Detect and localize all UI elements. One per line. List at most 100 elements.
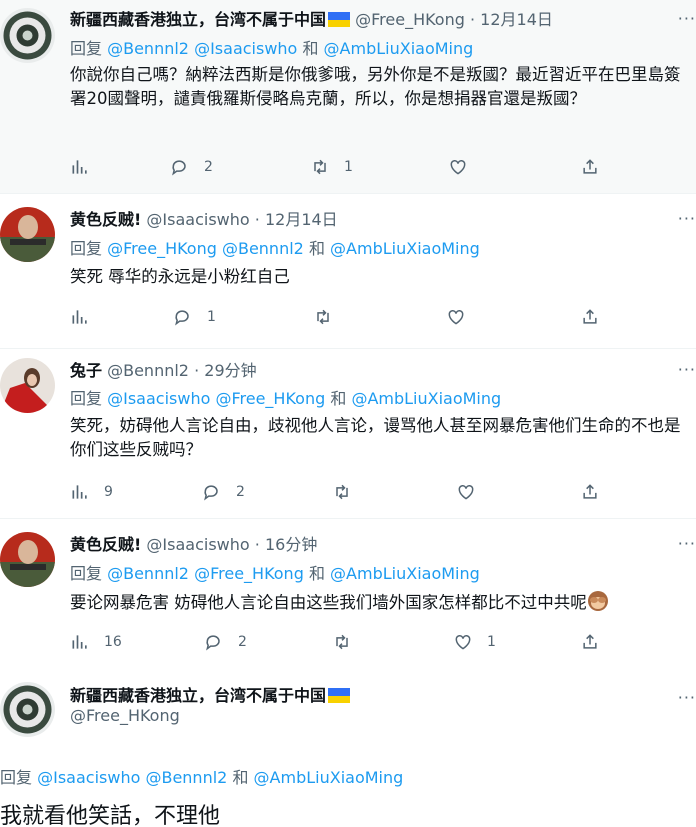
reply-icon — [172, 160, 186, 176]
display-name[interactable]: 黄色反贼! — [70, 535, 141, 554]
avatar[interactable] — [0, 682, 55, 737]
tweet[interactable]: 兔子 @Bennnl2 · 29分钟 ··· 回复 @Isaaciswho @F… — [0, 348, 696, 518]
display-name[interactable]: 新疆西藏香港独立，台湾不属于中国 — [70, 686, 326, 705]
mention-link[interactable]: @Isaaciswho — [37, 768, 140, 787]
tweet-text: 要论网暴危害 妨碍他人言论自由这些我们墙外国家怎样都比不过中共呢 — [70, 590, 694, 615]
mention-link[interactable]: @Bennnl2 — [222, 239, 304, 258]
reply-prefix: 回复 — [70, 39, 103, 58]
share-button[interactable] — [580, 630, 600, 654]
action-bar: 16 2 1 — [70, 630, 610, 654]
avatar[interactable] — [0, 532, 55, 587]
action-bar: 9 2 — [70, 480, 610, 504]
mention-link[interactable]: @AmbLiuXiaoMing — [330, 564, 480, 583]
retweet-icon — [317, 309, 329, 325]
share-button[interactable] — [580, 155, 600, 179]
display-name[interactable]: 兔子 — [70, 361, 102, 380]
separator-dot: · — [254, 210, 260, 229]
mention-link[interactable]: @AmbLiuXiaoMing — [351, 389, 501, 408]
display-name[interactable]: 新疆西藏香港独立，台湾不属于中国 — [70, 10, 326, 29]
timestamp[interactable]: 16分钟 — [265, 535, 317, 554]
avatar[interactable] — [0, 8, 55, 63]
tweet-header: 黄色反贼! @Isaaciswho · 16分钟 — [70, 534, 317, 556]
reply-prefix: 回复 — [70, 389, 103, 408]
timestamp[interactable]: 12月14日 — [480, 10, 553, 29]
ukraine-flag-icon — [328, 688, 351, 703]
replying-to: 回复 @Isaaciswho @Bennnl2 和 @AmbLiuXiaoMin… — [0, 764, 403, 788]
and-text: 和 — [232, 768, 249, 787]
reply-prefix: 回复 — [70, 564, 103, 583]
share-button[interactable] — [580, 480, 600, 504]
separator-dot: · — [194, 361, 200, 380]
views-count: 9 — [104, 484, 113, 500]
handle[interactable]: @Free_HKong — [355, 10, 465, 29]
retweet-button[interactable] — [332, 480, 366, 504]
more-options-icon[interactable]: ··· — [678, 360, 696, 379]
display-name[interactable]: 黄色反贼! — [70, 210, 141, 229]
avatar[interactable] — [0, 207, 55, 262]
views-button[interactable] — [70, 155, 104, 179]
mention-link[interactable]: @Free_HKong — [215, 389, 325, 408]
mention-link[interactable]: @Bennnl2 — [107, 39, 189, 58]
compose-textarea[interactable]: 我就看他笑話，不理他 — [0, 800, 220, 827]
reply-button[interactable]: 1 — [173, 305, 216, 329]
more-options-icon[interactable]: ··· — [678, 209, 696, 228]
reply-prefix: 回复 — [70, 239, 103, 258]
handle[interactable]: @Free_HKong — [70, 706, 180, 725]
views-count: 16 — [104, 634, 122, 650]
reply-count: 2 — [238, 634, 247, 650]
reply-button[interactable]: 2 — [204, 630, 247, 654]
mention-link[interactable]: @Bennnl2 — [107, 564, 189, 583]
timestamp[interactable]: 12月14日 — [265, 210, 338, 229]
views-icon — [72, 160, 87, 174]
handle[interactable]: @Isaaciswho — [146, 210, 249, 229]
tweet-header: 新疆西藏香港独立，台湾不属于中国 @Free_HKong · 12月14日 — [70, 9, 553, 31]
mention-link[interactable]: @AmbLiuXiaoMing — [254, 768, 404, 787]
mention-link[interactable]: @Free_HKong — [107, 239, 217, 258]
reply-count: 2 — [204, 159, 213, 175]
views-button[interactable] — [70, 305, 104, 329]
and-text: 和 — [330, 389, 347, 408]
tweet-header: 黄色反贼! @Isaaciswho · 12月14日 — [70, 209, 338, 231]
more-options-icon[interactable]: ··· — [678, 534, 696, 553]
mention-link[interactable]: @Bennnl2 — [145, 768, 227, 787]
handle[interactable]: @Bennnl2 — [107, 361, 189, 380]
timestamp[interactable]: 29分钟 — [204, 361, 256, 380]
mention-link[interactable]: @Isaaciswho — [107, 389, 210, 408]
and-text: 和 — [308, 239, 325, 258]
like-button[interactable]: 1 — [453, 630, 496, 654]
like-icon — [458, 484, 474, 500]
share-icon — [583, 309, 597, 324]
share-icon — [583, 159, 597, 174]
reply-icon — [204, 485, 218, 501]
tweet-text-content: 要论网暴危害 妨碍他人言论自由这些我们墙外国家怎样都比不过中共呢 — [70, 593, 587, 612]
views-icon — [72, 635, 87, 649]
replying-to: 回复 @Isaaciswho @Free_HKong 和 @AmbLiuXiao… — [70, 388, 501, 410]
like-button[interactable] — [446, 305, 480, 329]
more-options-icon[interactable]: ··· — [678, 9, 696, 28]
tweet[interactable]: 黄色反贼! @Isaaciswho · 16分钟 ··· 回复 @Bennnl2… — [0, 518, 696, 668]
handle[interactable]: @Isaaciswho — [146, 535, 249, 554]
reply-count: 2 — [236, 484, 245, 500]
views-button[interactable]: 16 — [70, 630, 122, 654]
reply-button[interactable]: 2 — [170, 155, 213, 179]
share-button[interactable] — [580, 305, 600, 329]
mention-link[interactable]: @Free_HKong — [194, 564, 304, 583]
mention-link[interactable]: @AmbLiuXiaoMing — [324, 39, 474, 58]
reply-compose: 新疆西藏香港独立，台湾不属于中国 @Free_HKong ··· 回复 @Isa… — [0, 668, 696, 827]
like-button[interactable] — [448, 155, 482, 179]
views-button[interactable]: 9 — [70, 480, 113, 504]
like-button[interactable] — [456, 480, 490, 504]
mention-link[interactable]: @Isaaciswho — [194, 39, 297, 58]
more-options-icon[interactable]: ··· — [678, 688, 696, 707]
mention-link[interactable]: @AmbLiuXiaoMing — [330, 239, 480, 258]
retweet-button[interactable] — [313, 305, 347, 329]
and-text: 和 — [308, 564, 325, 583]
tweet[interactable]: 黄色反贼! @Isaaciswho · 12月14日 ··· 回复 @Free_… — [0, 193, 696, 348]
reply-button[interactable]: 2 — [202, 480, 245, 504]
avatar[interactable] — [0, 358, 55, 413]
retweet-icon — [336, 634, 348, 650]
retweet-button[interactable] — [332, 630, 366, 654]
reply-icon — [206, 635, 220, 651]
retweet-button[interactable]: 1 — [310, 155, 353, 179]
tweet[interactable]: 新疆西藏香港独立，台湾不属于中国 @Free_HKong · 12月14日 ··… — [0, 0, 696, 193]
